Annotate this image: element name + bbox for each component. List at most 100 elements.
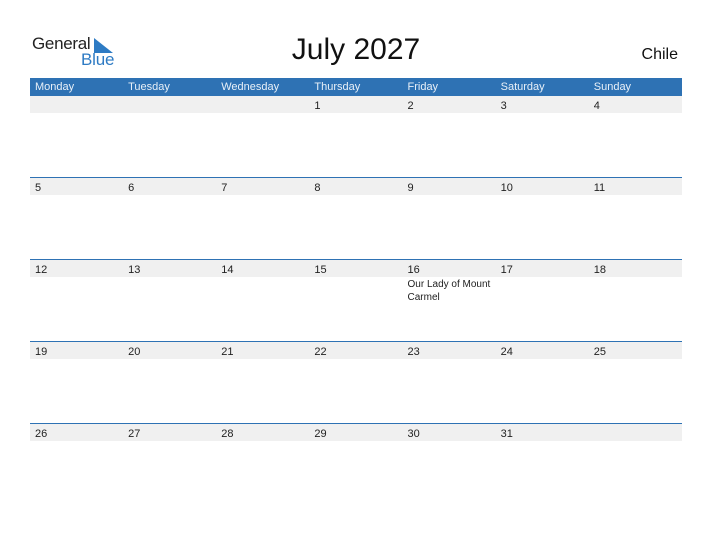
day-cell: 3 xyxy=(496,96,589,113)
calendar-grid: Monday Tuesday Wednesday Thursday Friday… xyxy=(30,78,682,505)
events-row: Our Lady of Mount Carmel xyxy=(30,277,682,304)
holiday-event xyxy=(30,359,123,360)
day-number: 17 xyxy=(500,264,513,276)
holiday-event xyxy=(123,277,216,304)
day-number: 11 xyxy=(593,182,606,194)
holiday-event xyxy=(30,277,123,304)
day-cell: 29 xyxy=(309,424,402,441)
day-cell: 23 xyxy=(403,342,496,359)
day-number: 13 xyxy=(128,264,141,276)
day-cell: 20 xyxy=(123,342,216,359)
day-cell: 10 xyxy=(496,178,589,195)
day-number: 8 xyxy=(314,182,321,194)
day-cell: 25 xyxy=(589,342,682,359)
date-strip: 1 2 3 4 xyxy=(30,96,682,113)
holiday-event xyxy=(216,359,309,360)
day-number: 5 xyxy=(35,182,42,194)
calendar-title: July 2027 xyxy=(291,33,421,66)
day-number: 15 xyxy=(314,264,327,276)
week-row: 26 27 28 29 30 31 xyxy=(30,423,682,505)
holiday-event xyxy=(496,113,589,114)
day-number: 27 xyxy=(128,428,141,440)
day-cell: 11 xyxy=(589,178,682,195)
day-number: 9 xyxy=(407,182,414,194)
holiday-event xyxy=(309,359,402,360)
day-number: 26 xyxy=(35,428,48,440)
holiday-event xyxy=(216,441,309,442)
week-row: 1 2 3 4 xyxy=(30,96,682,177)
holiday-event xyxy=(309,277,402,304)
day-cell: 1 xyxy=(309,96,402,113)
holiday-event xyxy=(403,195,496,196)
events-row xyxy=(30,113,682,114)
weekday-saturday: Saturday xyxy=(500,81,545,93)
day-number: 30 xyxy=(407,428,420,440)
holiday-event xyxy=(216,195,309,196)
day-cell: 5 xyxy=(30,178,123,195)
holiday-event xyxy=(123,359,216,360)
day-cell: 26 xyxy=(30,424,123,441)
holiday-event xyxy=(123,113,216,114)
holiday-event xyxy=(496,195,589,196)
weekday-sunday: Sunday xyxy=(593,81,632,93)
holiday-event xyxy=(496,359,589,360)
weekday-header: Monday Tuesday Wednesday Thursday Friday… xyxy=(30,78,682,96)
holiday-event: Our Lady of Mount Carmel xyxy=(407,279,491,303)
day-cell: 27 xyxy=(123,424,216,441)
day-number: 4 xyxy=(593,100,600,112)
weekday-monday: Monday xyxy=(35,81,75,93)
day-cell: 28 xyxy=(216,424,309,441)
date-strip: 26 27 28 29 30 31 xyxy=(30,424,682,441)
day-number: 1 xyxy=(314,100,321,112)
day-cell: 13 xyxy=(123,260,216,277)
events-row xyxy=(30,359,682,360)
week-row: 19 20 21 22 23 24 25 xyxy=(30,341,682,423)
holiday-event xyxy=(589,441,682,442)
week-row: 5 6 7 8 9 10 11 xyxy=(30,177,682,259)
holiday-event xyxy=(309,195,402,196)
day-cell: 7 xyxy=(216,178,309,195)
weekday-thursday: Thursday xyxy=(314,81,361,93)
holiday-event xyxy=(309,113,402,114)
day-cell xyxy=(589,424,682,441)
day-number: 19 xyxy=(35,346,48,358)
holiday-event xyxy=(403,359,496,360)
day-cell xyxy=(123,96,216,113)
day-cell: 8 xyxy=(309,178,402,195)
day-number: 31 xyxy=(500,428,513,440)
day-number: 16 xyxy=(407,264,420,276)
day-cell: 19 xyxy=(30,342,123,359)
holiday-event xyxy=(496,441,589,442)
holiday-event xyxy=(30,441,123,442)
holiday-event xyxy=(30,195,123,196)
day-cell: 17 xyxy=(496,260,589,277)
day-number: 20 xyxy=(128,346,141,358)
day-cell: 21 xyxy=(216,342,309,359)
day-number: 21 xyxy=(221,346,234,358)
day-number: 12 xyxy=(35,264,48,276)
day-cell: 31 xyxy=(496,424,589,441)
day-cell: 12 xyxy=(30,260,123,277)
day-cell: 16 xyxy=(403,260,496,277)
events-row xyxy=(30,195,682,196)
day-cell xyxy=(30,96,123,113)
day-number: 22 xyxy=(314,346,327,358)
holiday-event xyxy=(30,113,123,114)
date-strip: 12 13 14 15 16 17 18 xyxy=(30,260,682,277)
day-number: 3 xyxy=(500,100,507,112)
day-cell: 2 xyxy=(403,96,496,113)
holiday-event xyxy=(403,441,496,442)
day-number: 10 xyxy=(500,182,513,194)
weekday-friday: Friday xyxy=(407,81,439,93)
holiday-event xyxy=(589,113,682,114)
holiday-event xyxy=(216,277,309,304)
day-number: 29 xyxy=(314,428,327,440)
events-row xyxy=(30,441,682,442)
holiday-event xyxy=(216,113,309,114)
day-cell xyxy=(216,96,309,113)
holiday-event xyxy=(123,195,216,196)
holiday-event xyxy=(589,277,682,304)
date-strip: 19 20 21 22 23 24 25 xyxy=(30,342,682,359)
day-cell: 14 xyxy=(216,260,309,277)
holiday-event xyxy=(589,195,682,196)
